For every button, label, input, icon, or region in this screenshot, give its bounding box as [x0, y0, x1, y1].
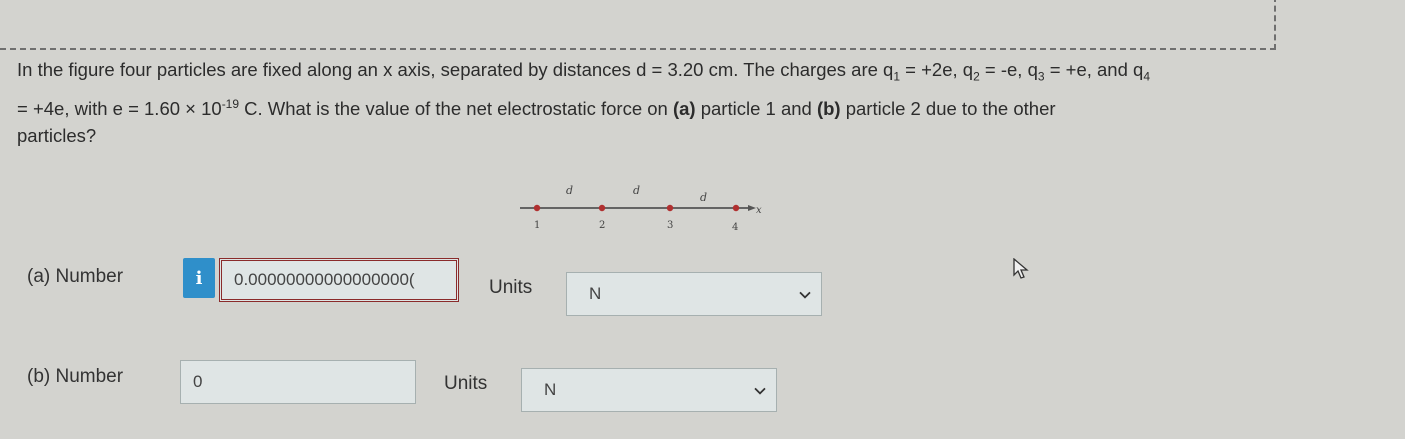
- chevron-down-icon: [754, 384, 766, 398]
- info-icon[interactable]: i: [183, 258, 215, 298]
- question-line-2-b: C. What is the value of the net electros…: [239, 97, 673, 119]
- x-axis-label: x: [756, 205, 762, 216]
- particle-label-3: 3: [667, 220, 673, 231]
- particle-label-4: 4: [732, 222, 738, 233]
- q3-value: = +e, and q: [1044, 59, 1144, 80]
- particle-4: [732, 204, 740, 212]
- mouse-cursor-icon: [1013, 258, 1029, 279]
- x-axis-arrow: [748, 205, 756, 211]
- chevron-down-icon: [799, 288, 811, 302]
- q3-subscript: 3: [1037, 69, 1045, 84]
- question-line-2: = +4e, with e = 1.60 × 10: [17, 97, 222, 119]
- q1-value: = +2e, q: [900, 59, 974, 80]
- distance-label-1: d: [566, 184, 573, 197]
- part-a-units-select[interactable]: N: [566, 272, 822, 316]
- particle-1: [533, 204, 541, 212]
- question-text: In the figure four particles are fixed a…: [17, 56, 1287, 149]
- part-b-tag: (b): [816, 97, 841, 119]
- particle-figure: x d d d 1 2 3 4: [520, 184, 762, 233]
- part-b-number-input[interactable]: 0: [180, 360, 416, 404]
- question-line-2-d: particle 2 due to the other: [840, 97, 1056, 119]
- q4-subscript: 4: [1143, 69, 1151, 84]
- part-b-units-select[interactable]: N: [521, 368, 777, 412]
- particle-label-1: 1: [534, 220, 540, 231]
- question-line-3: particles?: [17, 124, 97, 146]
- part-b-units-label: Units: [444, 373, 488, 394]
- q2-value: = -e, q: [979, 59, 1038, 80]
- distance-label-3: d: [700, 191, 707, 204]
- part-a-tag: (a): [672, 97, 696, 119]
- particle-2: [598, 204, 606, 212]
- question-line-2-c: particle 1 and: [695, 97, 817, 119]
- part-a-units-label: Units: [489, 277, 533, 298]
- distance-label-2: d: [633, 184, 640, 197]
- question-container-border: [0, 0, 1276, 50]
- part-b-units-value: N: [544, 380, 557, 399]
- part-b-label: (b) Number: [27, 366, 124, 387]
- part-a-label: (a) Number: [27, 266, 124, 287]
- particle-3: [666, 204, 674, 212]
- part-a-number-input[interactable]: 0.00000000000000000(: [219, 258, 459, 302]
- part-a-units-value: N: [589, 284, 602, 303]
- exponent: -19: [221, 96, 240, 111]
- question-line-1: In the figure four particles are fixed a…: [17, 59, 894, 80]
- particle-label-2: 2: [599, 220, 605, 231]
- q2-subscript: 2: [973, 69, 980, 84]
